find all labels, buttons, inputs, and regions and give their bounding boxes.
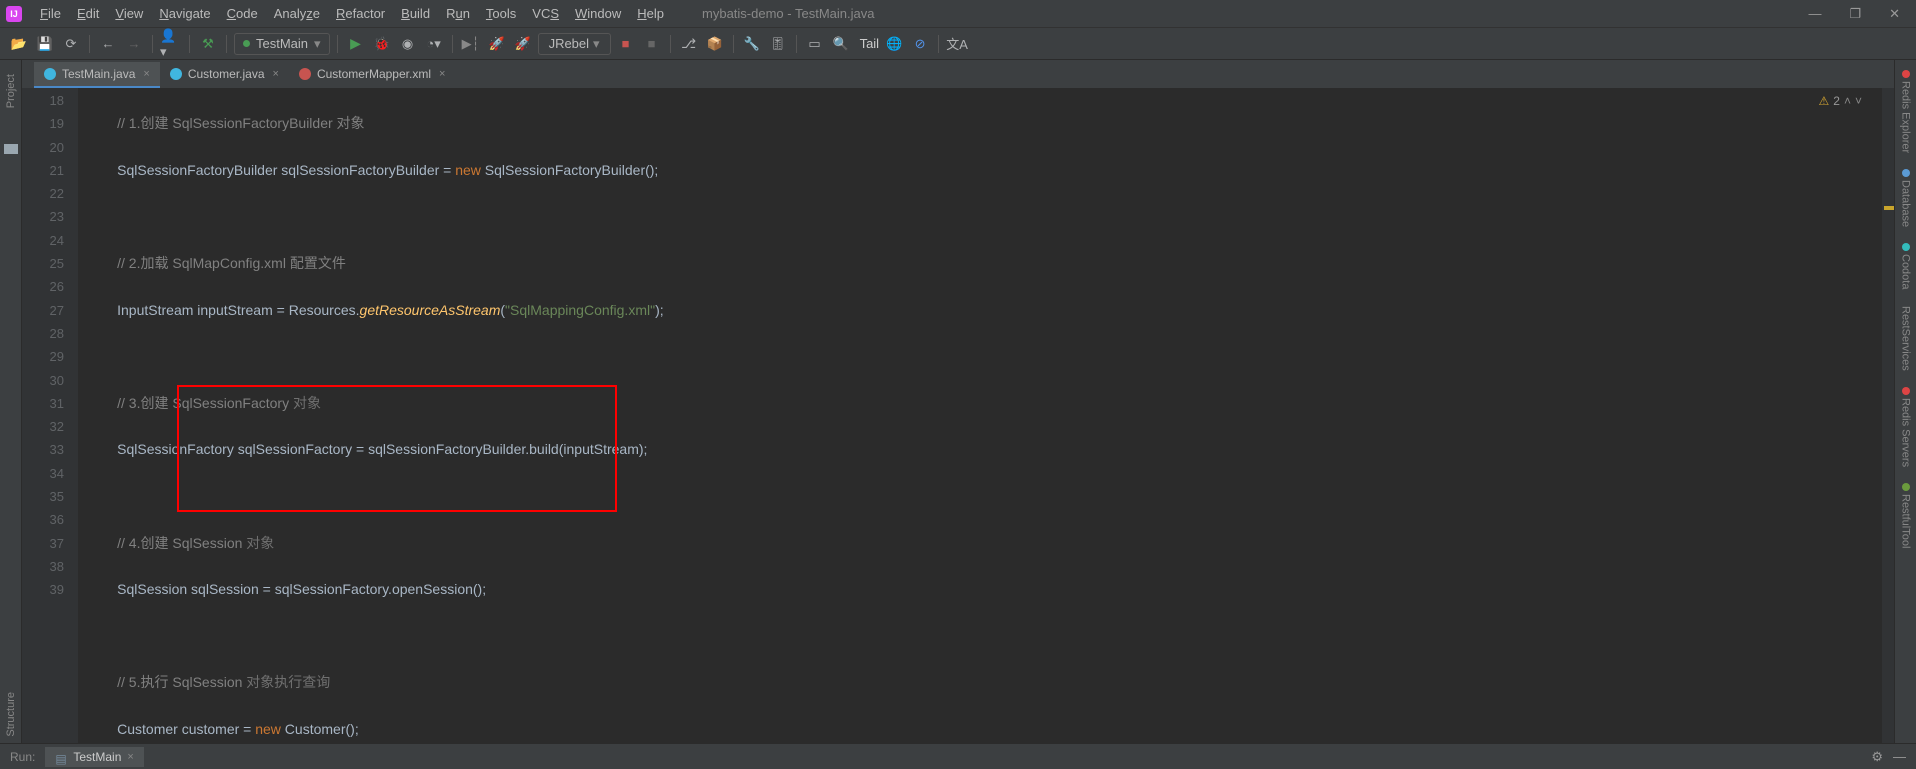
redis-servers-tab[interactable]: Redis Servers [1900, 383, 1912, 471]
tab-customer[interactable]: Customer.java × [160, 62, 289, 88]
jrebel-label: JRebel [549, 36, 589, 51]
close-icon[interactable]: × [439, 68, 445, 80]
menu-file[interactable]: File [32, 6, 69, 21]
close-button[interactable]: ✕ [1889, 6, 1900, 22]
menu-analyze[interactable]: Analyze [266, 6, 328, 21]
right-tool-sidebar: Redis Explorer Database Codota RestServi… [1894, 60, 1916, 743]
left-tool-sidebar: Project Structure [0, 60, 22, 743]
search-icon[interactable]: 🔍 [830, 33, 852, 55]
editor-tab-bar: TestMain.java × Customer.java × Customer… [22, 60, 1894, 88]
tail-label[interactable]: Tail [860, 36, 880, 51]
run-config-label: TestMain [256, 36, 308, 51]
git-icon[interactable]: ⎇ [678, 33, 700, 55]
run-icon[interactable]: ▶ [345, 33, 367, 55]
rocket-icon[interactable]: 🚀 [486, 33, 508, 55]
rocket2-icon[interactable]: 🚀 [512, 33, 534, 55]
translate-icon[interactable]: 文A [946, 33, 968, 55]
stop-icon[interactable]: ■ [615, 33, 637, 55]
inspection-status[interactable]: ⚠ 2 ˄ ˅ [1819, 94, 1862, 108]
run-tab-label: TestMain [73, 750, 121, 764]
code-content[interactable]: // 1.创建 SqlSessionFactoryBuilder 对象 SqlS… [78, 88, 1882, 743]
profile-icon[interactable]: ◔▾ [423, 33, 445, 55]
settings-icon[interactable]: ⚙ [1871, 749, 1883, 765]
run-label: Run: [10, 750, 35, 764]
tab-label: TestMain.java [62, 67, 135, 81]
block-icon[interactable]: ⊘ [909, 33, 931, 55]
xml-file-icon [299, 68, 311, 80]
prev-issue-icon[interactable]: ˄ [1844, 94, 1851, 108]
menu-help[interactable]: Help [629, 6, 672, 21]
menu-navigate[interactable]: Navigate [151, 6, 218, 21]
layout-icon[interactable]: ▭ [804, 33, 826, 55]
app-logo: IJ [6, 6, 22, 22]
bottom-bar: Run: ▤ TestMain × ⚙ — [0, 743, 1916, 769]
right-margin [1882, 88, 1894, 743]
close-icon[interactable]: × [273, 68, 279, 80]
box-icon[interactable]: 📦 [704, 33, 726, 55]
warning-icon: ⚠ [1819, 94, 1830, 108]
forward-icon[interactable]: → [123, 33, 145, 55]
run-tab-icon: ▤ [55, 752, 67, 762]
sync-icon[interactable]: ⟳ [60, 33, 82, 55]
attach-icon[interactable]: ▶┆ [460, 33, 482, 55]
warning-marker[interactable] [1884, 206, 1894, 210]
menu-edit[interactable]: Edit [69, 6, 107, 21]
menu-refactor[interactable]: Refactor [328, 6, 393, 21]
close-icon[interactable]: × [143, 68, 149, 80]
close-icon[interactable]: × [127, 751, 133, 763]
menu-code[interactable]: Code [219, 6, 266, 21]
menu-view[interactable]: View [107, 6, 151, 21]
menu-vcs[interactable]: VCS [524, 6, 567, 21]
window-title: mybatis-demo - TestMain.java [702, 6, 874, 21]
coverage-icon[interactable]: ◉ [397, 33, 419, 55]
line-gutter: 1819202122232425262728293031323334353637… [22, 88, 78, 743]
menu-build[interactable]: Build [393, 6, 438, 21]
codota-tab[interactable]: Codota [1900, 239, 1912, 293]
tab-label: CustomerMapper.xml [317, 67, 431, 81]
debug-icon[interactable]: 🐞 [371, 33, 393, 55]
open-icon[interactable]: 📂 [8, 33, 30, 55]
folder-icon[interactable] [4, 144, 18, 154]
jrebel-selector[interactable]: JRebel ▾ [538, 33, 611, 55]
database-tab[interactable]: Database [1900, 165, 1912, 231]
back-icon[interactable]: ← [97, 33, 119, 55]
wrench-icon[interactable]: 🔧 [741, 33, 763, 55]
stop2-icon[interactable]: ■ [641, 33, 663, 55]
code-editor[interactable]: 1819202122232425262728293031323334353637… [22, 88, 1894, 743]
run-tab-testmain[interactable]: ▤ TestMain × [45, 747, 143, 767]
warning-count: 2 [1833, 94, 1840, 108]
add-user-icon[interactable]: 👤▾ [160, 33, 182, 55]
java-class-icon [170, 68, 182, 80]
minimize-tool-icon[interactable]: — [1893, 749, 1906, 765]
sliders-icon[interactable]: 🎚 [767, 33, 789, 55]
java-class-icon [44, 68, 56, 80]
maximize-button[interactable]: ❐ [1849, 6, 1861, 22]
tab-testmain[interactable]: TestMain.java × [34, 62, 160, 88]
minimize-button[interactable]: — [1808, 6, 1821, 22]
menu-window[interactable]: Window [567, 6, 629, 21]
menu-run[interactable]: Run [438, 6, 478, 21]
structure-tab[interactable]: Structure [5, 686, 17, 743]
restful-tool-tab[interactable]: RestfulTool [1900, 479, 1912, 552]
project-tab[interactable]: Project [5, 68, 17, 114]
redis-explorer-tab[interactable]: Redis Explorer [1900, 66, 1912, 157]
web-icon[interactable]: 🌐 [883, 33, 905, 55]
menu-tools[interactable]: Tools [478, 6, 524, 21]
rest-services-tab[interactable]: RestServices [1900, 302, 1912, 375]
run-config-selector[interactable]: TestMain ▾ [234, 33, 330, 55]
save-icon[interactable]: 💾 [34, 33, 56, 55]
main-toolbar: 📂 💾 ⟳ ← → 👤▾ ⚒ TestMain ▾ ▶ 🐞 ◉ ◔▾ ▶┆ 🚀 … [0, 28, 1916, 60]
tab-mapper[interactable]: CustomerMapper.xml × [289, 62, 455, 88]
titlebar: IJ File Edit View Navigate Code Analyze … [0, 0, 1916, 28]
tab-label: Customer.java [188, 67, 265, 81]
next-issue-icon[interactable]: ˅ [1855, 94, 1862, 108]
hammer-icon[interactable]: ⚒ [197, 33, 219, 55]
